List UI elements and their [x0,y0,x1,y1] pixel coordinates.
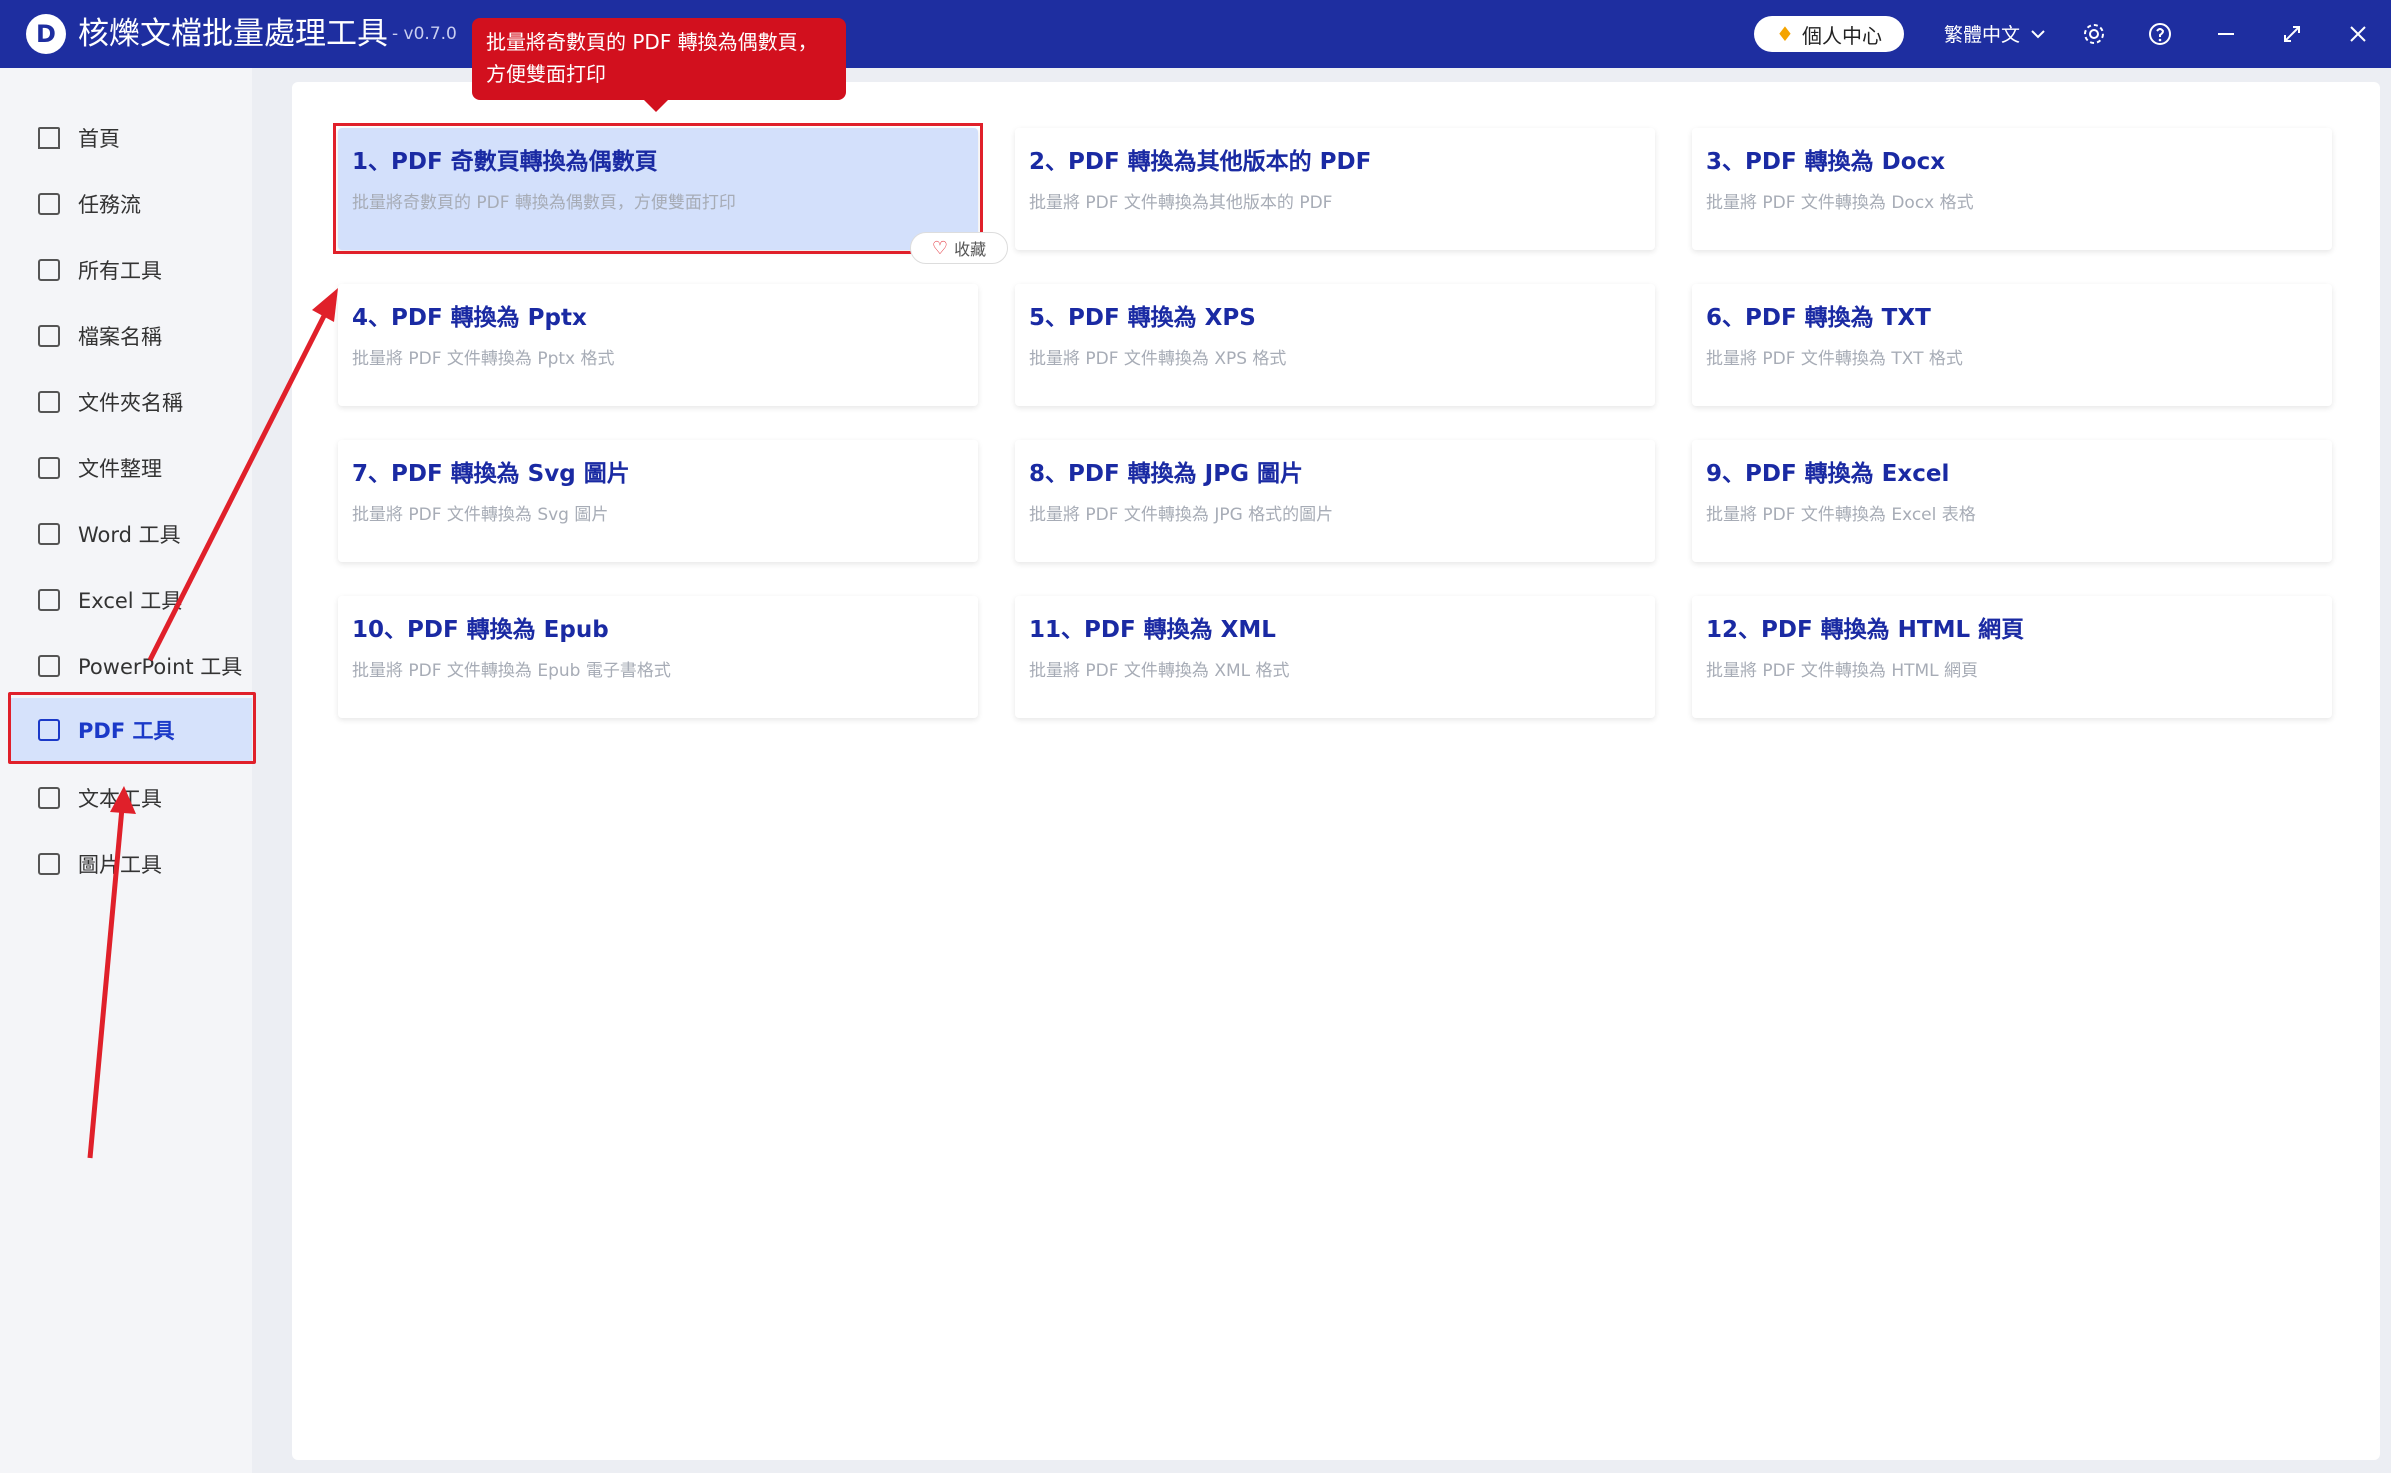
sidebar-item-label: 圖片工具 [78,853,162,877]
tool-card-desc: 批量將 PDF 文件轉換為 TXT 格式 [1706,349,1963,369]
language-selector[interactable]: 繁體中文 [1944,20,2046,47]
tool-card-pdf-to-excel[interactable]: 9、PDF 轉換為 Excel 批量將 PDF 文件轉換為 Excel 表格 [1692,440,2332,562]
tooltip-line-2: 方便雙面打印 [486,62,606,86]
sidebar-item-label: 任務流 [78,193,141,217]
sidebar-item-excel-tools[interactable]: Excel 工具 [10,568,252,632]
tool-card-desc: 批量將 PDF 文件轉換為 JPG 格式的圖片 [1029,505,1334,525]
sidebar-item-label: 檔案名稱 [78,325,162,349]
tool-card-title: 8、PDF 轉換為 JPG 圖片 [1029,461,1303,487]
sidebar-item-folder-name[interactable]: 文件夾名稱 [10,370,252,434]
tool-card-title: 2、PDF 轉換為其他版本的 PDF [1029,149,1372,175]
sidebar-item-label: 文本工具 [78,787,162,811]
tooltip: 批量將奇數頁的 PDF 轉換為偶數頁， 方便雙面打印 [472,18,846,112]
chevron-down-icon [2031,29,2045,38]
excel-icon [38,589,60,611]
folder-icon [38,391,60,413]
favorite-label: 收藏 [954,240,987,259]
tool-card-desc: 批量將 PDF 文件轉換為 Epub 電子書格式 [352,661,671,681]
sidebar-item-label: 文件夾名稱 [78,391,183,415]
favorite-button[interactable]: ♡ 收藏 [910,232,1008,264]
sidebar-item-all-tools[interactable]: 所有工具 [10,238,252,302]
organize-icon [38,457,60,479]
tool-card-title: 6、PDF 轉換為 TXT [1706,305,1931,331]
workflow-icon [38,193,60,215]
sidebar-item-label: Word 工具 [78,523,181,547]
sidebar-item-label: PowerPoint 工具 [78,655,243,679]
help-icon[interactable] [2144,18,2176,50]
home-icon [38,127,60,149]
tool-card-title: 11、PDF 轉換為 XML [1029,617,1276,643]
tool-card-pdf-to-xps[interactable]: 5、PDF 轉換為 XPS 批量將 PDF 文件轉換為 XPS 格式 [1015,284,1655,406]
sidebar-item-label: 首頁 [78,127,120,151]
file-icon [38,325,60,347]
card-highlight-box [333,123,983,254]
close-icon[interactable] [2342,18,2374,50]
tool-card-title: 7、PDF 轉換為 Svg 圖片 [352,461,630,487]
tool-card-desc: 批量將 PDF 文件轉換為 Docx 格式 [1706,193,1974,213]
sidebar-item-powerpoint-tools[interactable]: PowerPoint 工具 [10,634,252,698]
tool-card-pdf-to-docx[interactable]: 3、PDF 轉換為 Docx 批量將 PDF 文件轉換為 Docx 格式 [1692,128,2332,250]
tool-card-title: 4、PDF 轉換為 Pptx [352,305,587,331]
tool-card-desc: 批量將 PDF 文件轉換為 HTML 網頁 [1706,661,1979,681]
sidebar-item-home[interactable]: 首頁 [10,106,252,170]
tool-card-desc: 批量將 PDF 文件轉換為 Excel 表格 [1706,505,1976,525]
sidebar-item-file-name[interactable]: 檔案名稱 [10,304,252,368]
tool-card-pdf-to-jpg[interactable]: 8、PDF 轉換為 JPG 圖片 批量將 PDF 文件轉換為 JPG 格式的圖片 [1015,440,1655,562]
tool-card-pdf-to-svg[interactable]: 7、PDF 轉換為 Svg 圖片 批量將 PDF 文件轉換為 Svg 圖片 [338,440,978,562]
profile-button[interactable]: ♦ 個人中心 [1754,16,1904,52]
app-logo: D [26,14,66,54]
tool-card-desc: 批量將 PDF 文件轉換為 XML 格式 [1029,661,1290,681]
sidebar-item-workflow[interactable]: 任務流 [10,172,252,236]
sidebar-item-file-organize[interactable]: 文件整理 [10,436,252,500]
sidebar-item-text-tools[interactable]: 文本工具 [10,766,252,830]
tool-card-pdf-to-epub[interactable]: 10、PDF 轉換為 Epub 批量將 PDF 文件轉換為 Epub 電子書格式 [338,596,978,718]
minimize-icon[interactable] [2210,18,2242,50]
monitor-icon [38,259,60,281]
language-label: 繁體中文 [1944,24,2021,46]
tool-card-pdf-to-html[interactable]: 12、PDF 轉換為 HTML 網頁 批量將 PDF 文件轉換為 HTML 網頁 [1692,596,2332,718]
gear-icon[interactable] [2078,18,2110,50]
image-icon [38,853,60,875]
heart-icon: ♡ [931,237,949,259]
tool-card-desc: 批量將 PDF 文件轉換為其他版本的 PDF [1029,193,1333,213]
text-icon [38,787,60,809]
tool-card-title: 9、PDF 轉換為 Excel [1706,461,1950,487]
tool-card-title: 3、PDF 轉換為 Docx [1706,149,1946,175]
profile-label: 個人中心 [1801,23,1882,48]
tooltip-line-1: 批量將奇數頁的 PDF 轉換為偶數頁， [486,30,818,54]
tool-card-desc: 批量將 PDF 文件轉換為 XPS 格式 [1029,349,1287,369]
sidebar: 首頁 任務流 所有工具 檔案名稱 文件夾名稱 文件整理 Word 工具 Exce… [0,68,252,1473]
maximize-icon[interactable] [2276,18,2308,50]
app-logo-letter: D [36,20,56,48]
tool-card-pdf-version[interactable]: 2、PDF 轉換為其他版本的 PDF 批量將 PDF 文件轉換為其他版本的 PD… [1015,128,1655,250]
tool-card-desc: 批量將 PDF 文件轉換為 Pptx 格式 [352,349,615,369]
vip-crown-icon: ♦ [1776,22,1794,46]
tool-card-pdf-to-xml[interactable]: 11、PDF 轉換為 XML 批量將 PDF 文件轉換為 XML 格式 [1015,596,1655,718]
sidebar-item-label: 文件整理 [78,457,162,481]
sidebar-item-label: 所有工具 [78,259,162,283]
tool-card-title: 12、PDF 轉換為 HTML 網頁 [1706,617,2025,643]
tool-card-title: 10、PDF 轉換為 Epub [352,617,609,643]
sidebar-item-image-tools[interactable]: 圖片工具 [10,832,252,896]
sidebar-item-word-tools[interactable]: Word 工具 [10,502,252,566]
app-version: - v0.7.0 [392,24,457,44]
tool-card-pdf-to-txt[interactable]: 6、PDF 轉換為 TXT 批量將 PDF 文件轉換為 TXT 格式 [1692,284,2332,406]
tool-card-desc: 批量將 PDF 文件轉換為 Svg 圖片 [352,505,609,525]
app-title: 核爍文檔批量處理工具 [78,16,388,52]
powerpoint-icon [38,655,60,677]
title-bar: D 核爍文檔批量處理工具 - v0.7.0 ♦ 個人中心 繁體中文 [0,0,2391,68]
sidebar-item-label: Excel 工具 [78,589,183,613]
sidebar-highlight-box [8,692,256,764]
word-icon [38,523,60,545]
tool-card-title: 5、PDF 轉換為 XPS [1029,305,1256,331]
tool-card-pdf-to-pptx[interactable]: 4、PDF 轉換為 Pptx 批量將 PDF 文件轉換為 Pptx 格式 [338,284,978,406]
